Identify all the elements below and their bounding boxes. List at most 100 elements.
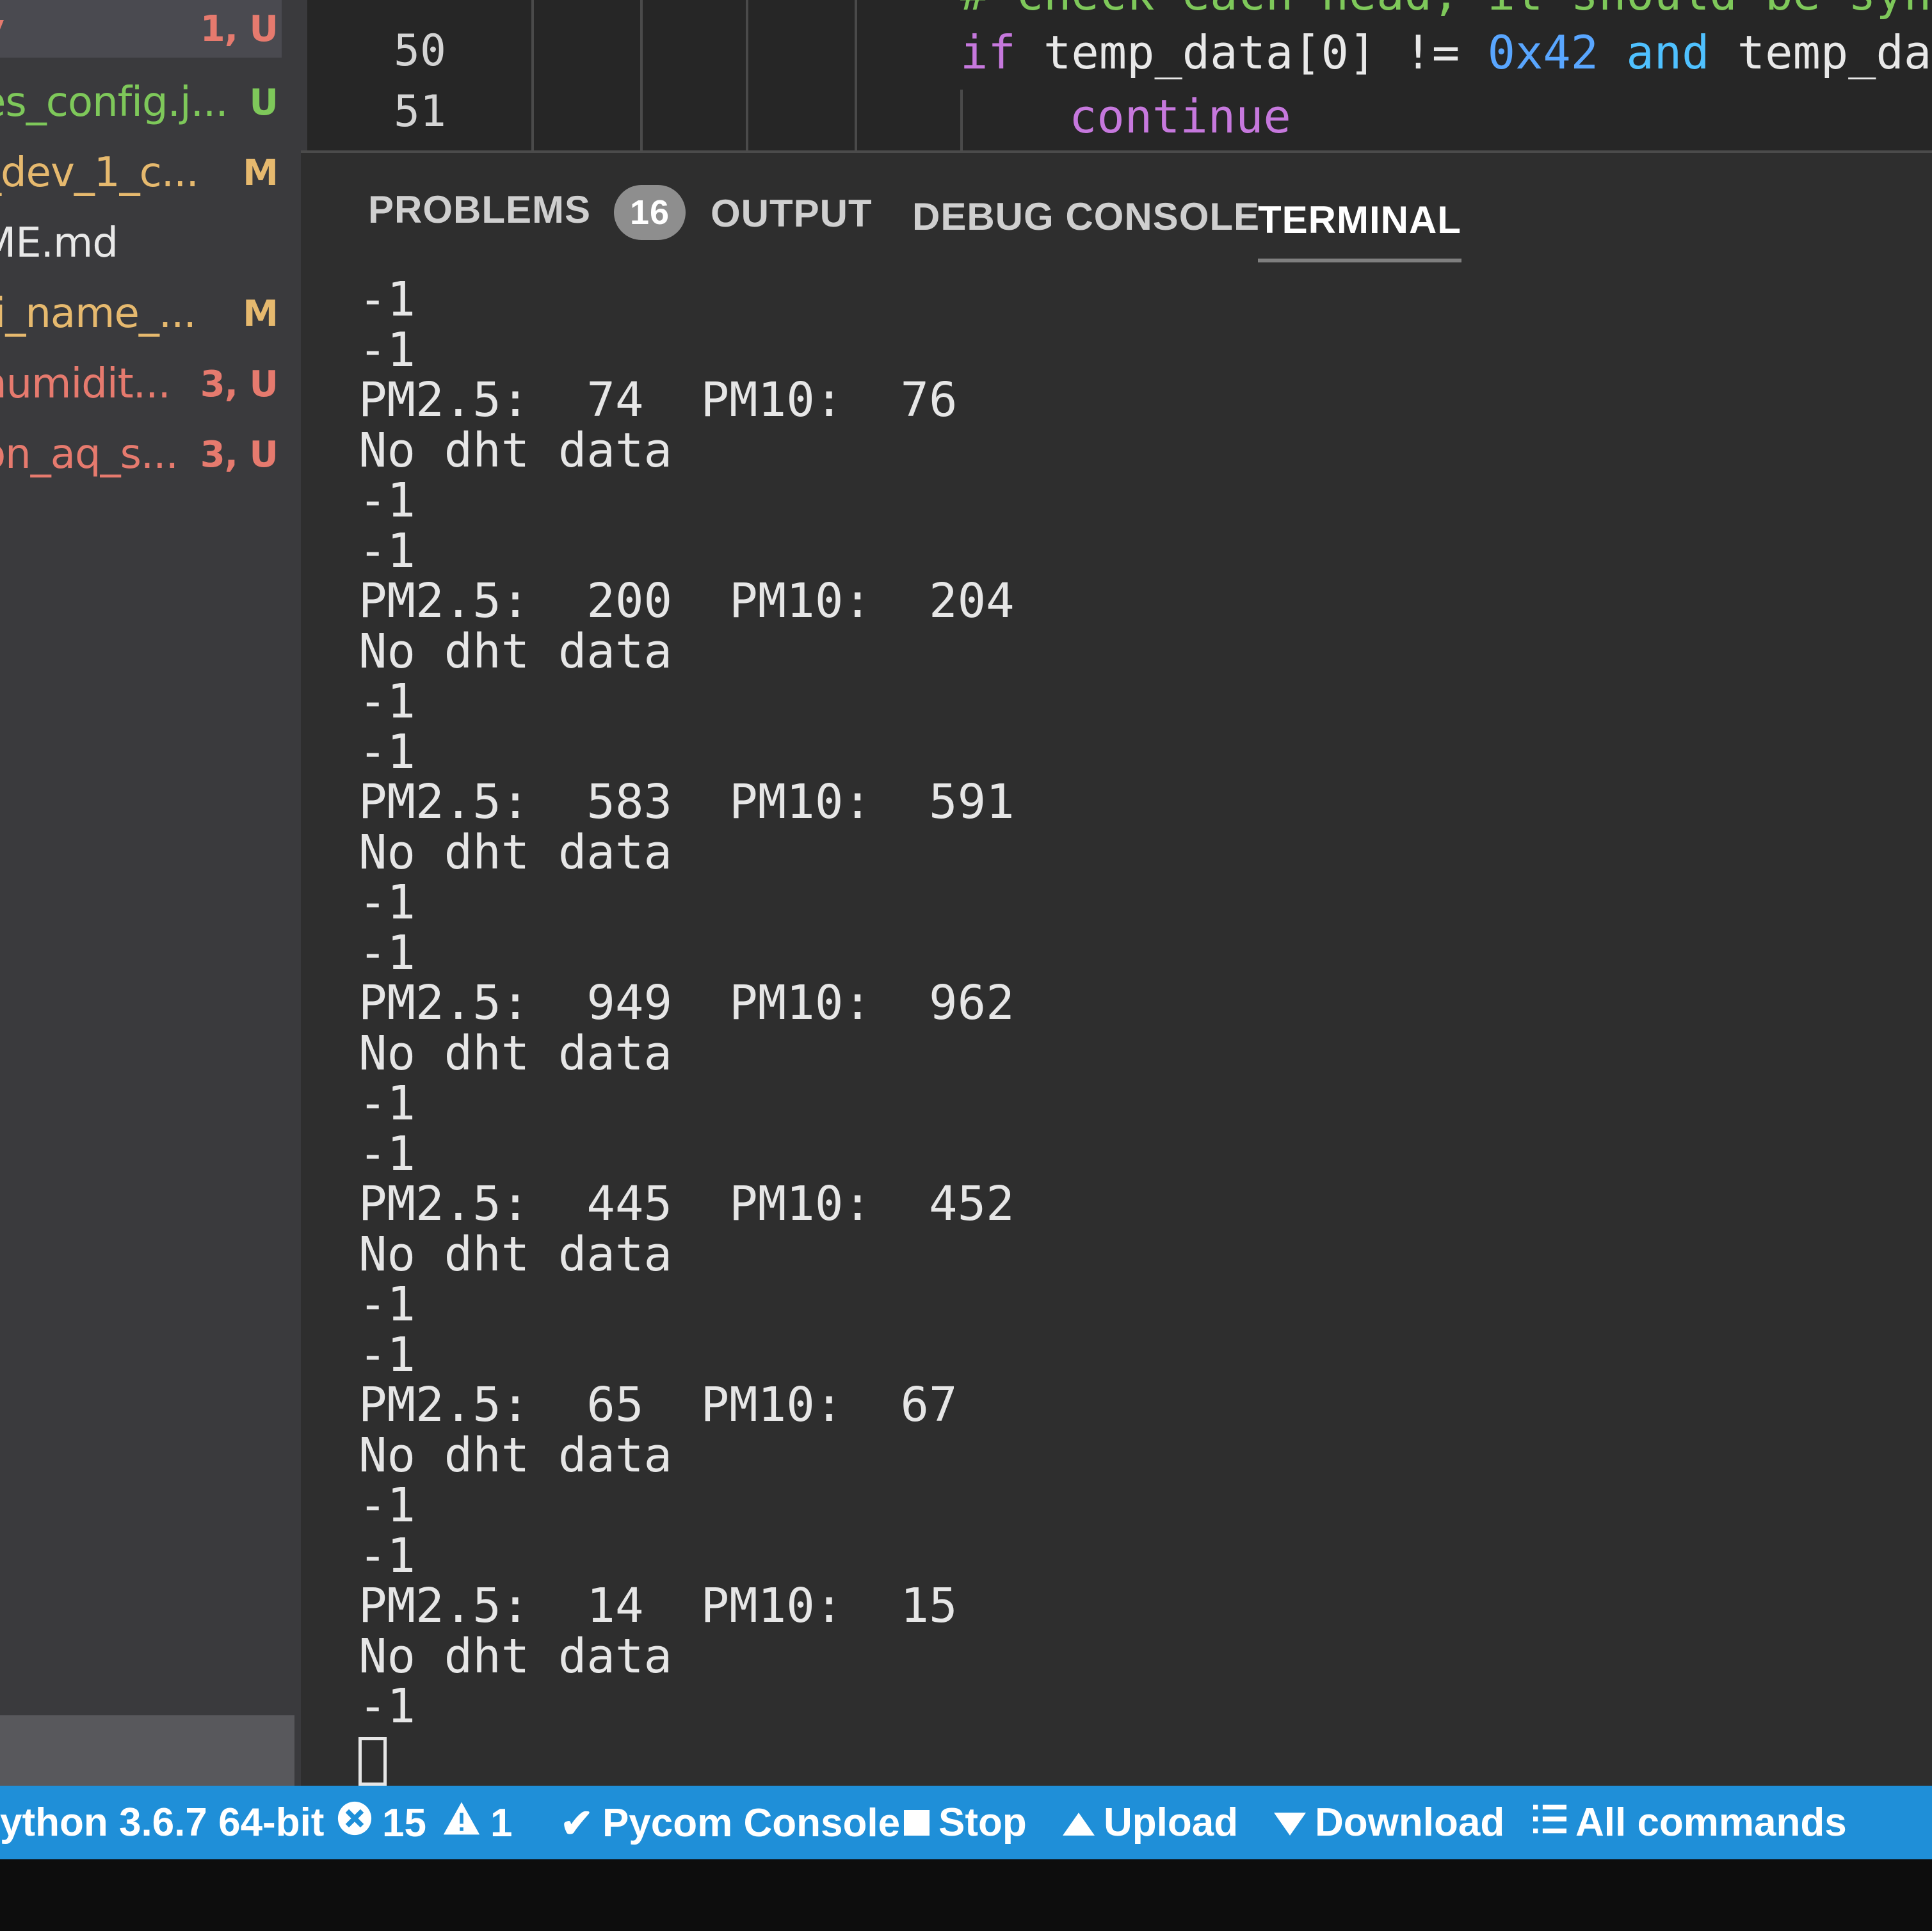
line-number: 51 <box>394 86 446 137</box>
explorer-file-item[interactable]: humidit... 3, U <box>0 355 282 413</box>
terminal-line: -1 <box>358 875 416 930</box>
explorer-file-item[interactable]: ME.md <box>0 214 282 272</box>
terminal-line: -1 <box>358 925 416 981</box>
terminal-line: No dht data <box>358 422 673 478</box>
file-name: fi_name_... <box>0 290 196 337</box>
terminal-line: -1 <box>358 322 416 378</box>
error-count: 15 <box>382 1801 426 1845</box>
tab-label: PROBLEMS <box>368 188 592 231</box>
status-bar: ython 3.6.7 64-bit 15 1 ✔ Pycom Console … <box>0 1786 1932 1859</box>
keyword: continue <box>1069 90 1291 143</box>
tab-problems[interactable]: PROBLEMS 16 <box>368 185 686 240</box>
terminal-output[interactable]: -1 -1 PM2.5: 74 PM10: 76 No dht data -1 -1 PM2… <box>358 272 1895 1786</box>
terminal-line: PM2.5: 65 PM10: 67 <box>358 1377 958 1432</box>
error-circle-icon <box>336 1800 373 1847</box>
pycom-console-button[interactable]: ✔ Pycom Console <box>560 1800 900 1847</box>
download-label: Download <box>1315 1800 1505 1845</box>
terminal-line: No dht data <box>358 1628 673 1684</box>
code-editor[interactable]: 50 51 # check each head, it should be sy… <box>307 0 1932 150</box>
terminal-line: -1 <box>358 1478 416 1533</box>
terminal-line: PM2.5: 949 PM10: 962 <box>358 975 1015 1030</box>
line-number-gutter: 50 51 <box>307 0 531 150</box>
terminal-line: -1 <box>358 272 416 327</box>
sidebar-scrollbar[interactable] <box>0 1715 294 1786</box>
terminal-line: PM2.5: 14 PM10: 15 <box>358 1578 958 1633</box>
terminal-line: -1 <box>358 724 416 780</box>
problems-count-badge: 16 <box>614 185 686 240</box>
terminal-line: PM2.5: 445 PM10: 452 <box>358 1176 1015 1231</box>
terminal-line: No dht data <box>358 623 673 679</box>
file-name: es_config.j... <box>0 79 228 126</box>
tab-terminal[interactable]: TERMINAL <box>1258 198 1461 262</box>
terminal-line: -1 <box>358 473 416 528</box>
terminal-prompt-line[interactable] <box>358 1732 1895 1786</box>
code-expression: temp_data[0] != <box>1015 26 1488 79</box>
indent-guide <box>746 0 748 150</box>
terminal-line: -1 <box>358 523 416 579</box>
terminal-cursor <box>358 1736 387 1786</box>
warning-triangle-icon <box>442 1800 481 1847</box>
file-status-badge: 3, U <box>200 363 278 405</box>
file-name: humidit... <box>0 360 170 408</box>
all-commands-label: All commands <box>1575 1800 1847 1845</box>
file-name: _dev_1_c... <box>0 149 198 196</box>
file-name: ME.md <box>0 220 118 267</box>
terminal-line: -1 <box>358 1528 416 1583</box>
explorer-file-item[interactable]: on_aq_s... 3, U <box>0 426 282 483</box>
file-status-badge: U <box>249 81 278 124</box>
panel-tab-bar: PROBLEMS 16 OUTPUT DEBUG CONSOLE TERMINAL <box>301 153 1932 268</box>
python-interpreter-status[interactable]: ython 3.6.7 64-bit <box>0 1800 324 1845</box>
explorer-file-item[interactable]: es_config.j... U <box>0 74 282 131</box>
file-status-badge: M <box>243 292 278 335</box>
explorer-sidebar: y 1, U es_config.j... U _dev_1_c... M ME… <box>0 0 307 1786</box>
terminal-line: No dht data <box>358 1025 673 1081</box>
tab-output[interactable]: OUTPUT <box>711 191 873 236</box>
terminal-line: PM2.5: 200 PM10: 204 <box>358 573 1015 629</box>
screen-bezel <box>0 1859 1932 1931</box>
stop-square-icon <box>904 1800 930 1845</box>
file-name: y <box>0 5 4 52</box>
explorer-file-item[interactable]: y 1, U <box>0 0 282 58</box>
terminal-line: -1 <box>358 1277 416 1332</box>
keyword: and <box>1626 26 1710 79</box>
explorer-file-item[interactable]: _dev_1_c... M <box>0 144 282 202</box>
file-status-badge: 1, U <box>200 8 278 50</box>
terminal-line: -1 <box>358 1076 416 1131</box>
upload-label: Upload <box>1104 1800 1239 1845</box>
file-status-badge: M <box>243 152 278 194</box>
terminal-line: -1 <box>358 1679 416 1734</box>
terminal-line: PM2.5: 74 PM10: 76 <box>358 373 958 428</box>
terminal-line: -1 <box>358 674 416 729</box>
explorer-file-item[interactable]: fi_name_... M <box>0 285 282 342</box>
stop-label: Stop <box>938 1800 1027 1845</box>
upload-button[interactable]: Upload <box>1063 1800 1238 1845</box>
keyword: if <box>960 26 1016 79</box>
file-name: on_aq_s... <box>0 431 178 478</box>
line-number: 50 <box>394 26 446 76</box>
upload-arrow-icon <box>1063 1800 1095 1845</box>
download-arrow-icon <box>1274 1800 1306 1845</box>
code-line-50: if temp_data[0] != 0x42 and temp_dat <box>960 26 1932 79</box>
list-icon <box>1533 1800 1566 1845</box>
file-status-badge: 3, U <box>200 433 278 476</box>
terminal-line: PM2.5: 583 PM10: 591 <box>358 774 1015 829</box>
tab-debug-console[interactable]: DEBUG CONSOLE <box>912 195 1260 239</box>
code-expression: temp_dat <box>1737 26 1932 79</box>
code-line-51: continue <box>1069 90 1291 143</box>
check-icon: ✔ <box>560 1802 593 1846</box>
hex-literal: 0x42 <box>1487 26 1599 79</box>
indent-guide <box>640 0 643 150</box>
warning-count: 1 <box>490 1801 513 1845</box>
stop-button[interactable]: Stop <box>904 1800 1027 1845</box>
terminal-line: No dht data <box>358 824 673 880</box>
indent-guide <box>855 0 857 150</box>
terminal-line: No dht data <box>358 1427 673 1483</box>
bottom-panel: PROBLEMS 16 OUTPUT DEBUG CONSOLE TERMINAL… <box>301 150 1932 1788</box>
code-comment: # check each head, it should be sync <box>960 0 1932 20</box>
indent-guide <box>531 0 534 150</box>
all-commands-button[interactable]: All commands <box>1533 1800 1847 1845</box>
terminal-line: -1 <box>358 1327 416 1382</box>
problems-status[interactable]: 15 1 <box>336 1800 512 1847</box>
terminal-line: -1 <box>358 1126 416 1182</box>
download-button[interactable]: Download <box>1274 1800 1504 1845</box>
